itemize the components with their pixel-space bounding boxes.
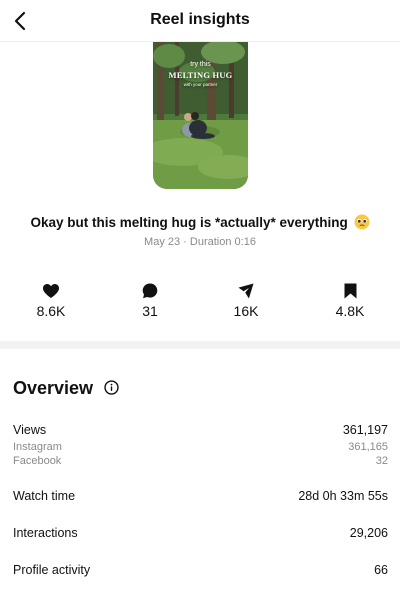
comments-count: 31 [142, 303, 158, 319]
comment-icon [142, 283, 158, 299]
saves-stat: 4.8K [320, 279, 380, 319]
facebook-views-row: Facebook 32 [13, 455, 388, 467]
profile-activity-label: Profile activity [13, 563, 91, 577]
saves-count: 4.8K [335, 303, 365, 319]
profile-activity-value: 66 [374, 563, 388, 577]
overview-title: Overview [13, 378, 94, 398]
send-icon [238, 283, 254, 299]
interactions-value: 29,206 [349, 526, 388, 540]
shares-stat: 16K [216, 279, 276, 319]
reel-meta: May 23 · Duration 0:16 [144, 236, 256, 248]
thumbnail-text-line3: with your partner [183, 82, 218, 87]
watch-time-label: Watch time [13, 489, 76, 503]
facebook-value: 32 [375, 455, 388, 467]
instagram-label: Instagram [13, 441, 62, 453]
reel-caption-text: Okay but this melting hug is *actually* … [30, 215, 348, 230]
interactions-label: Interactions [13, 526, 78, 540]
views-label: Views [13, 423, 47, 437]
shares-count: 16K [233, 303, 259, 319]
likes-stat: 8.6K [21, 279, 81, 319]
facebook-label: Facebook [13, 455, 62, 467]
reel-caption: Okay but this melting hug is *actually* … [0, 214, 400, 230]
header: Reel insights [0, 0, 400, 42]
interactions-row[interactable]: Interactions 29,206 [13, 526, 388, 540]
page-title: Reel insights [150, 11, 250, 28]
watch-time-value: 28d 0h 33m 55s [298, 489, 388, 503]
instagram-views-row: Instagram 361,165 [13, 441, 388, 453]
instagram-value: 361,165 [348, 441, 388, 453]
thumbnail-text-line2: MELTING HUG [168, 70, 233, 80]
views-value: 361,197 [342, 423, 388, 437]
thumbnail-text-line1: try this [190, 61, 211, 68]
bookmark-icon [344, 283, 356, 299]
pleading-face-emoji [354, 214, 370, 230]
profile-activity-row[interactable]: Profile activity 66 [13, 563, 388, 577]
section-divider [0, 341, 400, 349]
info-icon[interactable] [104, 380, 119, 395]
watch-time-row[interactable]: Watch time 28d 0h 33m 55s [13, 489, 388, 503]
comments-stat: 31 [120, 279, 180, 319]
views-row[interactable]: Views 361,197 [13, 423, 388, 437]
likes-count: 8.6K [36, 303, 66, 319]
reel-thumbnail[interactable]: try this MELTING HUG with your partner [153, 42, 248, 189]
heart-icon [43, 284, 59, 298]
